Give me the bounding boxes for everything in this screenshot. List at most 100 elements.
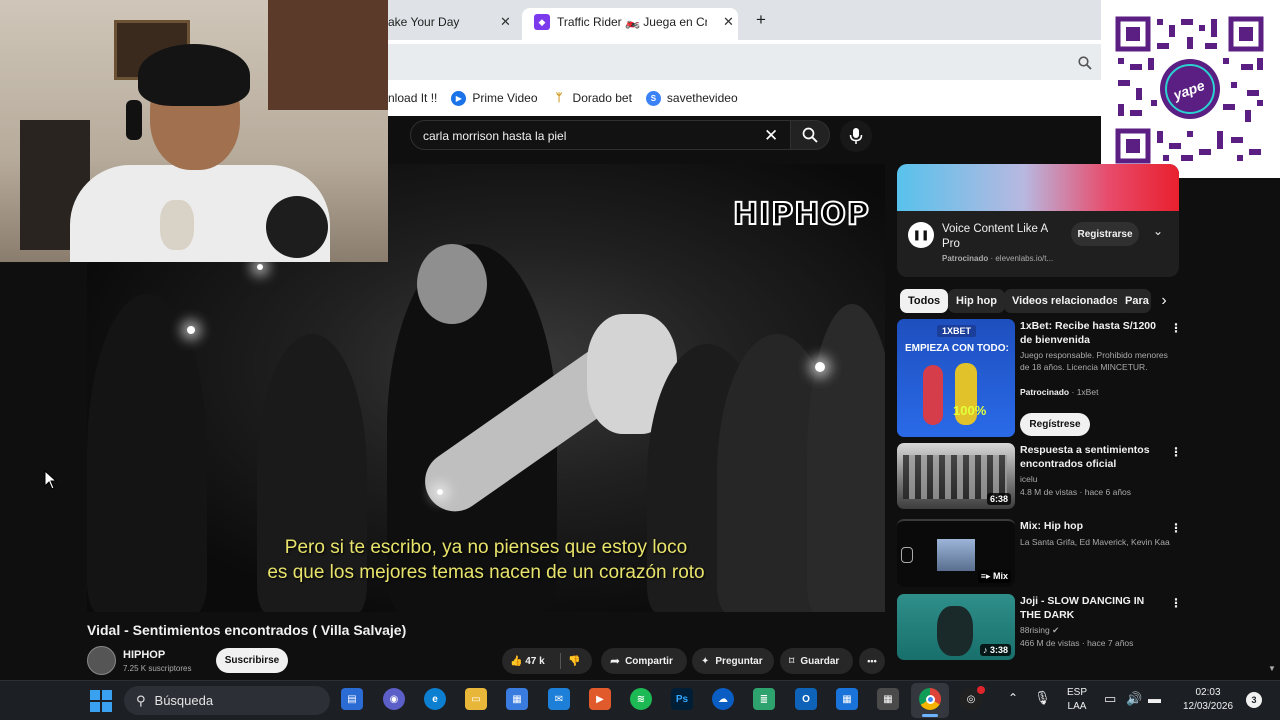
spotify-icon[interactable]: ≋	[630, 688, 652, 710]
browser-tab-active[interactable]: ◆ Traffic Rider 🏍️ Juega en Crazy ✕	[534, 8, 734, 36]
avatar[interactable]	[87, 646, 116, 675]
scrollbar-arrow-down-icon[interactable]: ▼	[1268, 664, 1276, 673]
more-vert-icon[interactable]: ⋮	[1170, 445, 1182, 459]
voice-search-button[interactable]	[840, 120, 872, 152]
recommendation-title[interactable]: Joji - SLOW DANCING IN THE DARK	[1020, 594, 1168, 622]
bookmarks-bar: nload It !! ▶ Prime Video ᛘ Dorado bet Ssa…	[388, 80, 1102, 116]
ad-cta-button[interactable]: Registrarse	[1071, 222, 1139, 246]
video-subtitle-line-1: Pero si te escribo, ya no pienses que es…	[284, 537, 688, 558]
more-actions-button[interactable]: •••	[859, 648, 885, 674]
chip-all[interactable]: Todos	[900, 289, 949, 313]
chevron-up-icon[interactable]: ⌃	[1008, 691, 1018, 705]
bookmark-label: Dorado bet	[572, 91, 632, 105]
chip-para[interactable]: Para	[1117, 289, 1151, 313]
stage-light	[187, 326, 195, 334]
recommendation-stats: 466 M de vistas · hace 7 años	[1020, 638, 1134, 648]
notification-badge[interactable]: 3	[1246, 692, 1262, 708]
thumb-percent: 100%	[953, 403, 987, 418]
calendar-icon[interactable]: ▦	[836, 688, 858, 710]
address-bar[interactable]	[388, 44, 1102, 80]
task-view-icon[interactable]: ▤	[341, 688, 363, 710]
close-icon[interactable]: ✕	[723, 14, 734, 30]
search-icon[interactable]	[1078, 56, 1092, 70]
file-explorer-icon[interactable]: ▭	[465, 688, 487, 710]
recommendation-title[interactable]: Mix: Hip hop	[1020, 519, 1168, 533]
bookmark-item[interactable]: ᛘ Dorado bet	[551, 90, 632, 106]
recommendation-item[interactable]: 1XBET EMPIEZA CON TODO: 100% 1xBet: Reci…	[897, 319, 1182, 439]
recommendation-title[interactable]: 1xBet: Recibe hasta S/1200 de bienvenida	[1020, 319, 1168, 347]
clock[interactable]: 02:03 12/03/2026	[1176, 687, 1240, 712]
ad-sponsor-line: Patrocinado · elevenlabs.io/t...	[942, 254, 1053, 263]
sponsored-ad-card[interactable]: ❚❚ Voice Content Like A Pro Patrocinado …	[897, 164, 1179, 277]
save-button[interactable]: ⌑ Guardar	[780, 648, 853, 674]
sponsored-label: Patrocinado	[942, 254, 989, 263]
cabinet	[268, 0, 388, 110]
register-button[interactable]: Regístrese	[1020, 413, 1090, 436]
recommendation-item[interactable]: ≡▸ Mix Mix: Hip hop La Santa Grifa, Ed M…	[897, 519, 1182, 587]
chevron-right-icon[interactable]: ›	[1152, 289, 1176, 313]
tab-title: ake Your Day	[388, 15, 460, 29]
thumbs-down-icon[interactable]: 👎	[568, 656, 580, 667]
recommendation-item[interactable]: 6:38 Respuesta a sentimientos encontrado…	[897, 443, 1182, 509]
microsoft-store-icon[interactable]: ▦	[506, 688, 528, 710]
mail-icon[interactable]: ✉	[548, 688, 570, 710]
bookmark-item[interactable]: nload It !!	[388, 91, 437, 105]
subscribe-button[interactable]: Suscribirse	[216, 648, 288, 673]
search-button[interactable]	[790, 120, 830, 150]
like-button[interactable]: 👍 47 k	[510, 656, 545, 667]
yape-qr-code: yape	[1101, 0, 1280, 178]
video-duration: ♪ 3:38	[979, 644, 1011, 656]
meet-icon[interactable]: ◉	[383, 688, 405, 710]
recommendation-channel[interactable]: 88rising ✔	[1020, 624, 1170, 636]
mix-label: Mix	[992, 571, 1008, 581]
clock-time: 02:03	[1195, 687, 1221, 698]
ask-button[interactable]: ✦ Preguntar	[692, 648, 774, 674]
chevron-down-icon[interactable]: ⌄	[1153, 224, 1163, 238]
pause-icon[interactable]: ❚❚	[908, 222, 934, 248]
clear-search-icon[interactable]: ✕	[764, 126, 778, 146]
close-icon[interactable]: ✕	[500, 14, 511, 30]
ad-domain: · elevenlabs.io/t...	[990, 254, 1054, 263]
clock-date: 12/03/2026	[1182, 701, 1234, 712]
chip-related[interactable]: Videos relacionados	[1004, 289, 1127, 313]
video-thumbnail: 1XBET EMPIEZA CON TODO: 100%	[897, 319, 1015, 437]
bookmark-label: Prime Video	[472, 91, 538, 105]
more-vert-icon[interactable]: ⋮	[1170, 596, 1182, 610]
new-tab-button[interactable]: +	[756, 6, 766, 34]
network-icon[interactable]: ▭	[1104, 691, 1116, 707]
chip-hip-hop[interactable]: Hip hop	[948, 289, 1005, 313]
video-thumbnail: ♪ 3:38	[897, 594, 1015, 660]
recommendation-channel[interactable]: icelu	[1020, 473, 1170, 485]
recommendation-title[interactable]: Respuesta a sentimientos encontrados ofi…	[1020, 443, 1168, 471]
browser-tab[interactable]: ake Your Day ✕	[388, 8, 514, 36]
youtube-search-input[interactable]: carla morrison hasta la piel	[410, 120, 794, 150]
onedrive-icon[interactable]: ☁	[712, 688, 734, 710]
bookmark-label: savethevideo	[666, 91, 738, 105]
battery-icon[interactable]: ▬	[1148, 691, 1161, 706]
mate-cup	[160, 200, 194, 250]
photoshop-icon[interactable]: Ps	[671, 688, 693, 710]
windows-start-icon[interactable]	[90, 690, 112, 712]
language-indicator[interactable]: ESP LAA	[1064, 687, 1090, 712]
taskbar-search[interactable]: ⚲ Búsqueda	[124, 686, 330, 715]
microphone-icon[interactable]: 🎙	[1034, 690, 1051, 706]
share-button[interactable]: ➦ Compartir	[601, 648, 687, 674]
media-player-icon[interactable]: ▶	[589, 688, 611, 710]
more-vert-icon[interactable]: ⋮	[1170, 321, 1182, 335]
sparkle-icon: ✦	[701, 655, 710, 667]
bookmark-item[interactable]: Ssavethevideo	[645, 90, 738, 106]
bookmark-item[interactable]: ▶ Prime Video	[451, 90, 538, 106]
volume-icon[interactable]: 🔊	[1126, 691, 1142, 707]
recommendation-item[interactable]: ♪ 3:38 Joji - SLOW DANCING IN THE DARK 8…	[897, 594, 1182, 660]
chrome-icon[interactable]	[919, 688, 941, 710]
calculator-icon[interactable]: ▦	[877, 688, 899, 710]
edge-icon[interactable]: e	[424, 688, 446, 710]
thumb-figure	[937, 606, 973, 656]
recommendation-stats: 4.8 M de vistas · hace 6 años	[1020, 487, 1132, 497]
thumb-brand: 1XBET	[937, 325, 977, 337]
channel-name[interactable]: HIPHOP	[123, 649, 165, 661]
more-vert-icon[interactable]: ⋮	[1170, 521, 1182, 535]
notepad-icon[interactable]: ≣	[753, 688, 775, 710]
stage-light	[815, 362, 825, 372]
outlook-icon[interactable]: O	[795, 688, 817, 710]
